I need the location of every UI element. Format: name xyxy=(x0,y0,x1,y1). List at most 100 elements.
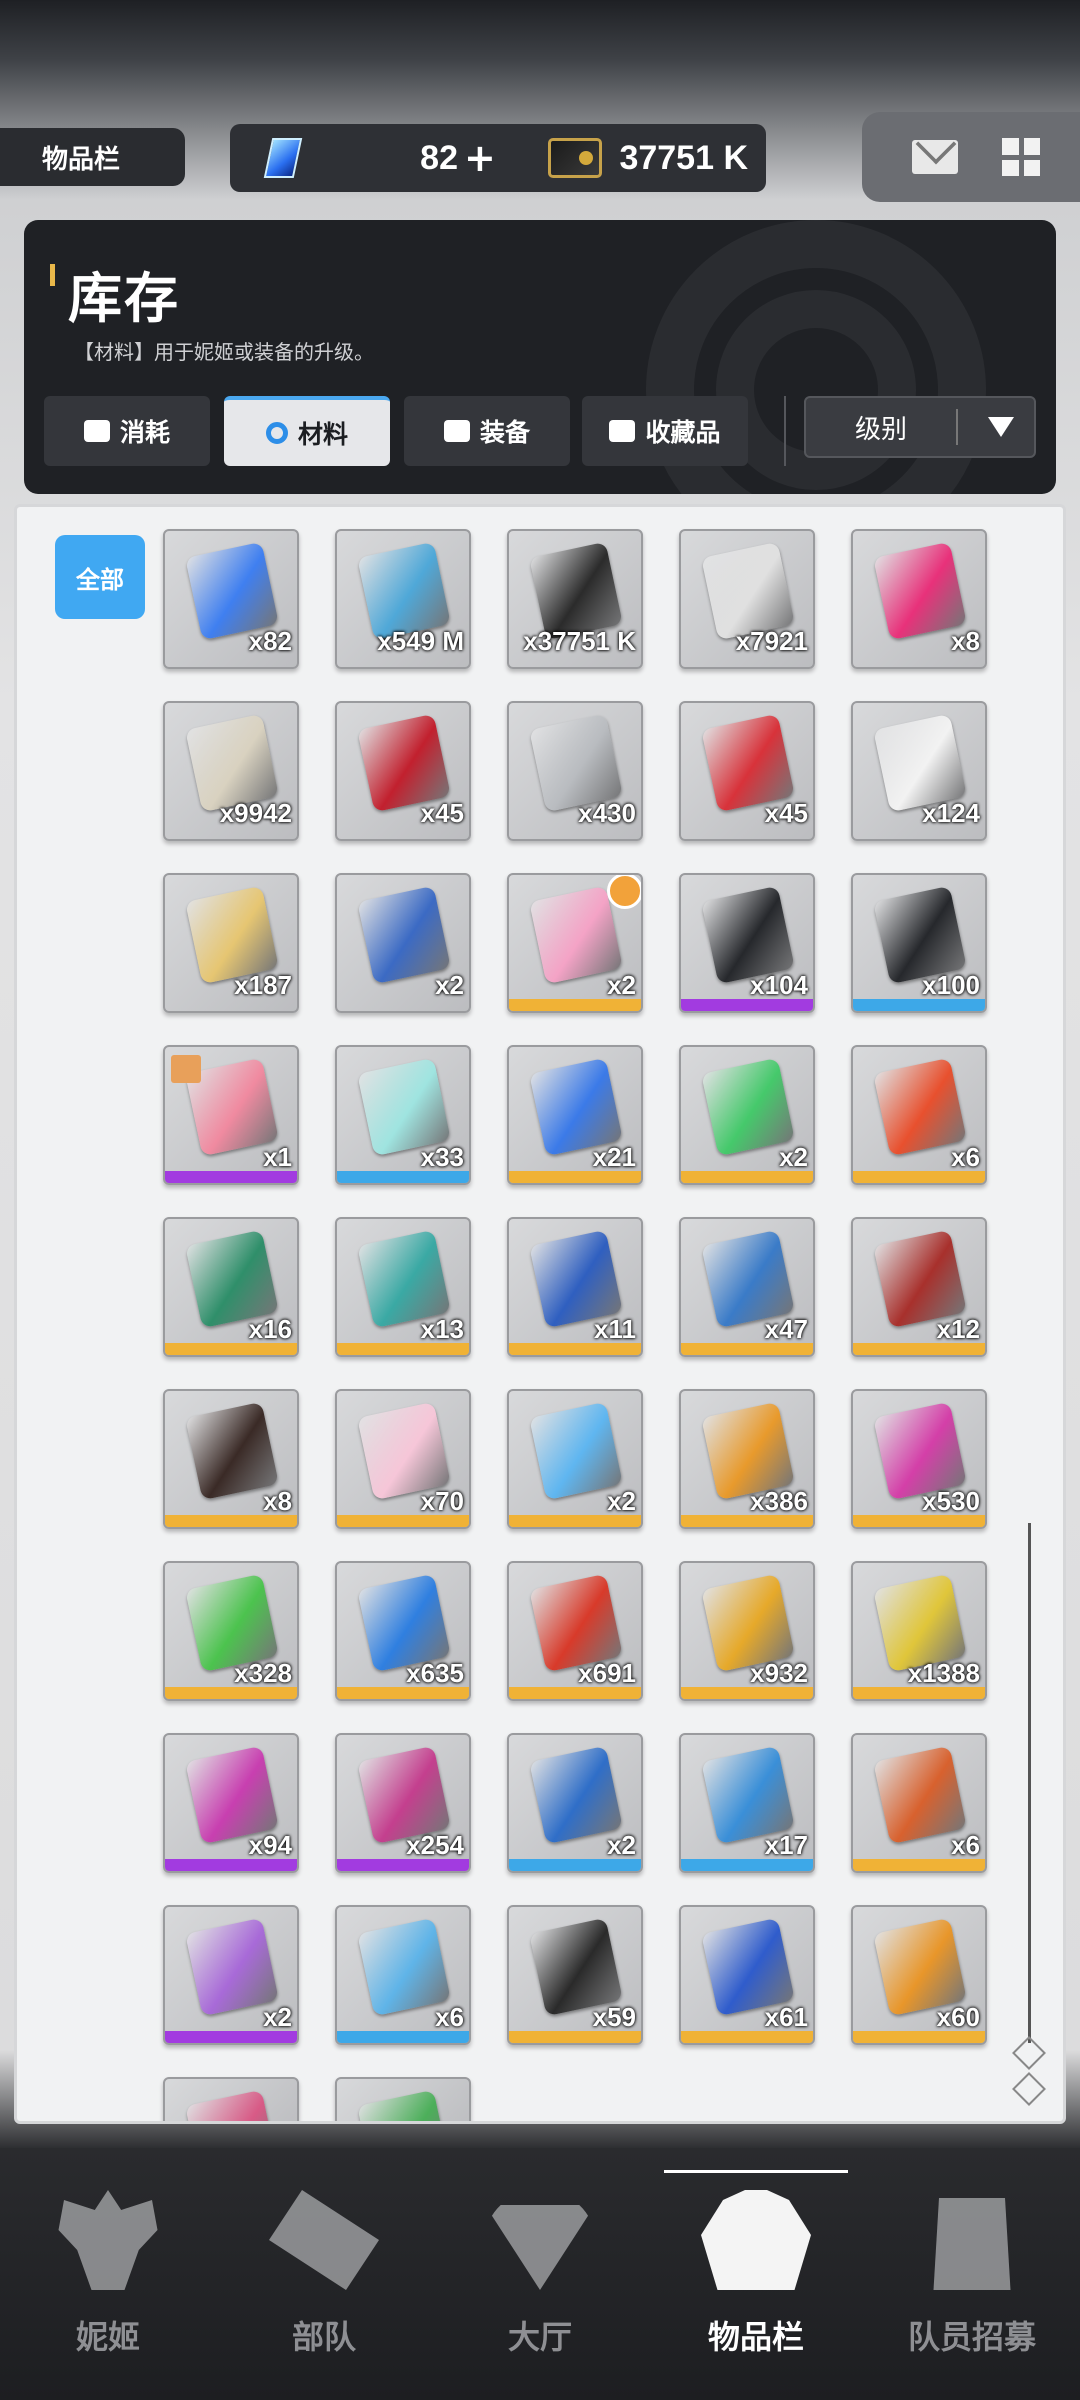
inventory-item[interactable]: x13 xyxy=(335,1217,471,1357)
inventory-item[interactable]: x530 xyxy=(851,1389,987,1529)
item-count: x45 xyxy=(420,798,464,828)
category-description: 【材料】用于妮姬或装备的升级。 xyxy=(74,340,374,364)
inventory-item[interactable]: x61 xyxy=(679,1905,815,2045)
inventory-item[interactable]: x82 xyxy=(163,529,299,669)
item-count: x21 xyxy=(592,1142,636,1172)
inventory-item[interactable]: x47 xyxy=(679,1217,815,1357)
filter-all-button[interactable]: 全部 xyxy=(55,535,145,619)
inventory-item[interactable]: x6 xyxy=(851,1733,987,1873)
item-count: x328 xyxy=(234,1658,292,1688)
item-count: x635 xyxy=(406,1658,464,1688)
scrollbar[interactable] xyxy=(1028,1523,1031,2043)
nav-squad[interactable]: 部队 xyxy=(216,2148,432,2400)
add-gems-button[interactable]: + xyxy=(464,136,496,180)
collection-icon xyxy=(609,420,636,442)
section-title-tab: 物品栏 xyxy=(0,128,185,186)
sort-dropdown[interactable]: 级别 xyxy=(804,396,1036,458)
gift-icon xyxy=(171,1055,201,1083)
credit-card-icon xyxy=(547,138,602,178)
sort-label: 级别 xyxy=(854,414,907,445)
inventory-item[interactable]: x2 xyxy=(679,1045,815,1185)
nikke-icon xyxy=(58,2190,158,2290)
inventory-item[interactable]: x2 xyxy=(507,873,643,1013)
item-count: x2 xyxy=(607,1486,636,1516)
title-accent-mark xyxy=(50,264,55,286)
inventory-item[interactable]: x12 xyxy=(851,1217,987,1357)
inventory-item[interactable]: x7921 xyxy=(679,529,815,669)
inventory-item[interactable]: x104 xyxy=(679,873,815,1013)
material-icon xyxy=(265,422,288,444)
inventory-item[interactable]: x2 xyxy=(163,1905,299,2045)
inventory-item[interactable]: x45 xyxy=(679,701,815,841)
item-count: x8 xyxy=(951,626,980,656)
item-count: x7921 xyxy=(735,626,808,656)
item-count: x11 xyxy=(594,1314,636,1344)
inventory-item[interactable]: x430 xyxy=(507,701,643,841)
inventory-item[interactable]: x635 xyxy=(335,1561,471,1701)
inventory-item[interactable]: x691 xyxy=(507,1561,643,1701)
inventory-item[interactable]: x33 xyxy=(335,1045,471,1185)
item-count: x16 xyxy=(248,1314,292,1344)
item-count: x6 xyxy=(951,1830,980,1860)
inventory-item[interactable]: x386 xyxy=(679,1389,815,1529)
inventory-item[interactable] xyxy=(163,2077,299,2121)
inventory-item[interactable]: x1388 xyxy=(851,1561,987,1701)
inventory-item[interactable]: x70 xyxy=(335,1389,471,1529)
tab-collection[interactable]: 收藏品 xyxy=(582,396,748,466)
tab-label: 装备 xyxy=(479,418,530,447)
inventory-item[interactable]: x254 xyxy=(335,1733,471,1873)
inventory-item[interactable]: x549 M xyxy=(335,529,471,669)
inventory-item[interactable]: x37751 K xyxy=(507,529,643,669)
inventory-item[interactable]: x9942 xyxy=(163,701,299,841)
nav-recruit[interactable]: 队员招募 xyxy=(864,2148,1080,2400)
inventory-item[interactable]: x60 xyxy=(851,1905,987,2045)
grid-menu-icon[interactable] xyxy=(1002,138,1040,176)
nav-label: 物品栏 xyxy=(707,2318,804,2356)
inventory-item[interactable]: x8 xyxy=(851,529,987,669)
inventory-item[interactable]: x124 xyxy=(851,701,987,841)
nav-label: 部队 xyxy=(291,2318,356,2356)
inventory-item[interactable]: x187 xyxy=(163,873,299,1013)
item-count: x70 xyxy=(420,1486,464,1516)
inventory-item[interactable]: x328 xyxy=(163,1561,299,1701)
credit-count: 37751 K xyxy=(619,138,748,177)
chevron-down-icon xyxy=(988,417,1014,437)
bottom-nav: 妮姬 部队 大厅 物品栏 队员招募 xyxy=(0,2148,1080,2400)
inventory-item[interactable] xyxy=(335,2077,471,2121)
inventory-item[interactable]: x2 xyxy=(507,1733,643,1873)
tab-material[interactable]: 材料 xyxy=(224,396,390,466)
item-icon xyxy=(185,2089,279,2121)
mail-icon[interactable] xyxy=(912,140,958,174)
top-right-controls xyxy=(862,112,1080,202)
item-count: x13 xyxy=(420,1314,464,1344)
inventory-item[interactable]: x94 xyxy=(163,1733,299,1873)
inventory-item[interactable]: x17 xyxy=(679,1733,815,1873)
item-count: x104 xyxy=(750,970,808,1000)
inventory-item[interactable]: x6 xyxy=(335,1905,471,2045)
inventory-item[interactable]: x11 xyxy=(507,1217,643,1357)
consumable-icon xyxy=(83,420,110,442)
item-count: x2 xyxy=(607,970,636,1000)
item-count: x45 xyxy=(764,798,808,828)
item-count: x430 xyxy=(578,798,636,828)
inventory-item[interactable]: x100 xyxy=(851,873,987,1013)
tab-consumable[interactable]: 消耗 xyxy=(44,396,210,466)
inventory-item[interactable]: x21 xyxy=(507,1045,643,1185)
item-icon xyxy=(357,2089,451,2121)
inventory-item[interactable]: x932 xyxy=(679,1561,815,1701)
gem-count: 82 xyxy=(420,138,458,177)
tab-equipment[interactable]: 装备 xyxy=(404,396,570,466)
nav-inventory[interactable]: 物品栏 xyxy=(648,2148,864,2400)
nav-nikke[interactable]: 妮姬 xyxy=(0,2148,216,2400)
inventory-item[interactable]: x2 xyxy=(335,873,471,1013)
inventory-item[interactable]: x16 xyxy=(163,1217,299,1357)
inventory-item[interactable]: x1 xyxy=(163,1045,299,1185)
item-count: x530 xyxy=(922,1486,980,1516)
inventory-item[interactable]: x6 xyxy=(851,1045,987,1185)
nav-lobby[interactable]: 大厅 xyxy=(432,2148,648,2400)
inventory-item[interactable]: x8 xyxy=(163,1389,299,1529)
inventory-item[interactable]: x59 xyxy=(507,1905,643,2045)
inventory-item[interactable]: x2 xyxy=(507,1389,643,1529)
inventory-item[interactable]: x45 xyxy=(335,701,471,841)
item-count: x2 xyxy=(263,2002,292,2032)
